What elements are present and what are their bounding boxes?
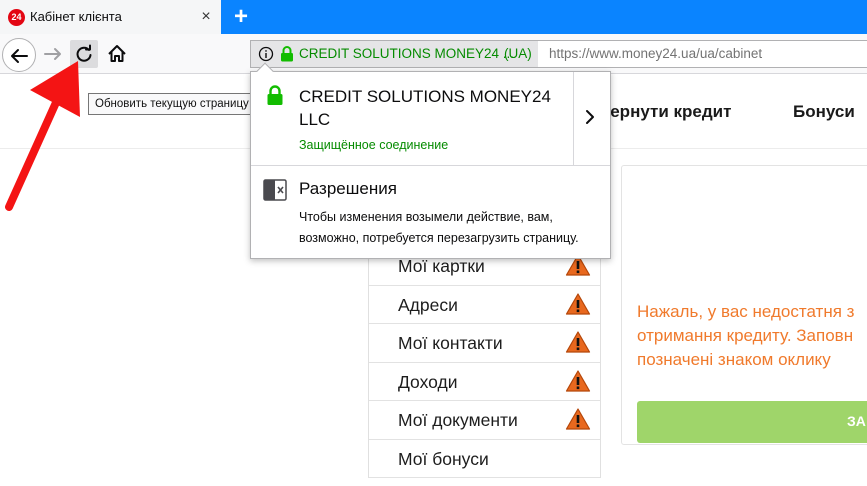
- notice-card: Нажаль, у вас недостатня з отримання кре…: [621, 165, 867, 445]
- notice-line: позначені знаком оклику: [637, 350, 831, 369]
- site-identity-popup: CREDIT SOLUTIONS MONEY24 LLC Защищённое …: [250, 62, 611, 259]
- tab-cabinet[interactable]: 24 Кабінет клієнта ×: [0, 0, 221, 34]
- warning-icon: [565, 331, 591, 353]
- menu-item-my-bonuses[interactable]: Мої бонуси: [369, 440, 600, 478]
- fill-profile-button-label: ЗА: [847, 413, 866, 429]
- warning-icon: [565, 408, 591, 430]
- menu-item-income[interactable]: Доходи: [369, 363, 600, 401]
- tab-title: Кабінет клієнта: [30, 9, 122, 24]
- fill-profile-button[interactable]: ЗА: [637, 401, 867, 443]
- nav-repay-credit-link[interactable]: вернути кредит: [600, 102, 731, 122]
- security-section[interactable]: CREDIT SOLUTIONS MONEY24 LLC Защищённое …: [251, 72, 610, 166]
- chevron-right-icon[interactable]: [584, 109, 596, 125]
- notice-message: Нажаль, у вас недостатня з отримання кре…: [637, 300, 867, 372]
- new-tab-button[interactable]: +: [229, 4, 253, 30]
- identity-organization-label: CREDIT SOLUTIONS MONEY24 ...: [299, 46, 515, 61]
- notice-line: отримання кредиту. Заповн: [637, 326, 854, 345]
- identity-country-label: (UA): [504, 46, 532, 61]
- url-text[interactable]: https://www.money24.ua/ua/cabinet: [549, 46, 762, 61]
- navigation-toolbar: CREDIT SOLUTIONS MONEY24 ... (UA) https:…: [0, 34, 867, 74]
- lock-icon: [281, 46, 293, 62]
- menu-item-my-contacts[interactable]: Мої контакти: [369, 324, 600, 363]
- popup-permissions-description: Чтобы изменения возымели действие, вам, …: [299, 210, 579, 245]
- menu-item-label: Адреси: [398, 294, 458, 315]
- red-annotation-arrow-icon: [5, 61, 80, 211]
- popup-permissions-title: Разрешения: [299, 179, 397, 198]
- menu-item-label: Мої документи: [398, 410, 518, 430]
- menu-item-label: Мої контакти: [398, 333, 503, 353]
- info-icon[interactable]: [258, 46, 274, 62]
- tab-strip: 24 Кабінет клієнта × +: [0, 0, 867, 34]
- warning-icon: [565, 369, 591, 392]
- home-icon: [108, 45, 126, 62]
- popup-divider: [573, 72, 574, 166]
- money24-favicon-icon: 24: [8, 9, 25, 26]
- lock-icon: [267, 85, 283, 105]
- close-tab-icon[interactable]: ×: [197, 8, 215, 26]
- menu-item-label: Доходи: [398, 371, 458, 392]
- menu-item-addresses[interactable]: Адреси: [369, 286, 600, 324]
- profile-menu: Мої картки Адреси Мої контакти Доходи Мо…: [368, 247, 601, 478]
- popup-connection-status: Защищённое соединение: [299, 138, 449, 152]
- home-button[interactable]: [104, 40, 130, 68]
- permissions-icon: [263, 179, 287, 201]
- menu-item-label: Мої картки: [398, 256, 485, 276]
- url-bar[interactable]: CREDIT SOLUTIONS MONEY24 ... (UA) https:…: [250, 40, 867, 68]
- warning-icon: [565, 292, 591, 315]
- menu-item-my-documents[interactable]: Мої документи: [369, 401, 600, 440]
- notice-line: Нажаль, у вас недостатня з: [637, 302, 855, 321]
- popup-organization-name: CREDIT SOLUTIONS MONEY24 LLC: [299, 87, 551, 129]
- nav-bonuses-link[interactable]: Бонуси: [793, 102, 855, 122]
- menu-item-label: Мої бонуси: [398, 448, 489, 469]
- site-identity-box[interactable]: CREDIT SOLUTIONS MONEY24 ... (UA): [251, 41, 538, 67]
